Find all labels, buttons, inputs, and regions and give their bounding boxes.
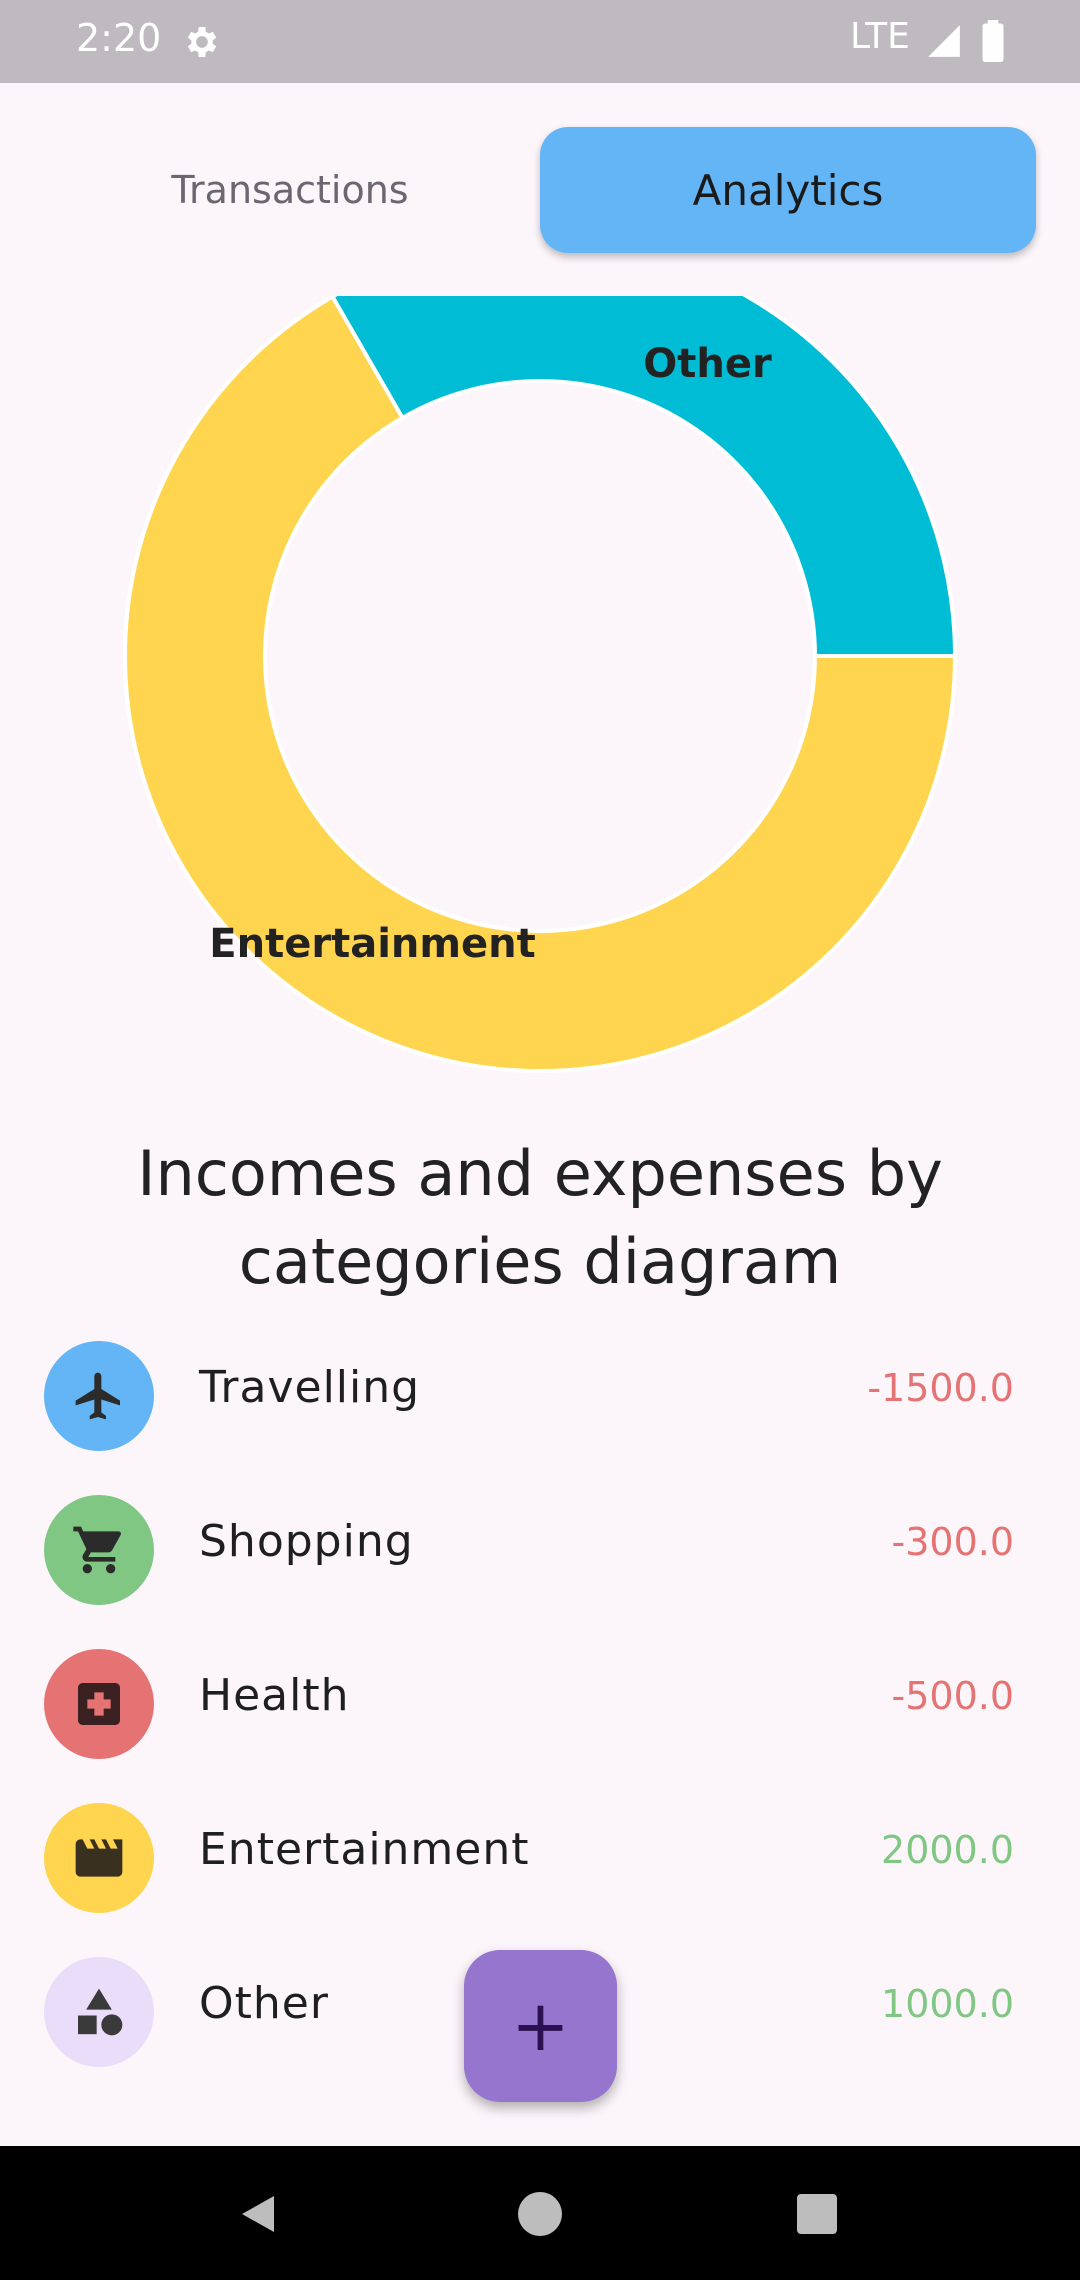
- category-name: Other: [199, 1978, 329, 2029]
- plus-icon: +: [511, 1985, 570, 2067]
- gear-icon: [187, 27, 217, 57]
- category-icon-circle: [44, 1341, 154, 1451]
- category-name: Shopping: [199, 1516, 414, 1567]
- category-icon-circle: [44, 1649, 154, 1759]
- airplane-icon: [75, 1372, 120, 1420]
- category-icon-circle: [44, 1957, 154, 2067]
- system-nav-bar: [0, 2146, 1080, 2280]
- donut-label-other: Other: [643, 341, 772, 387]
- medical-icon: [78, 1683, 120, 1725]
- category-row-shopping[interactable]: Shopping -300.0: [0, 1472, 1080, 1612]
- category-amount: -300.0: [891, 1520, 1015, 1564]
- back-icon[interactable]: [234, 2190, 282, 2238]
- movie-icon: [75, 1839, 123, 1877]
- signal-icon: [928, 25, 960, 57]
- recent-apps-icon[interactable]: [797, 2194, 837, 2234]
- status-time: 2:20: [76, 16, 162, 60]
- category-name: Travelling: [199, 1362, 421, 1413]
- category-amount: 2000.0: [881, 1828, 1014, 1872]
- shapes-icon: [78, 1988, 123, 2036]
- network-type: LTE: [850, 16, 910, 57]
- add-transaction-button[interactable]: +: [464, 1950, 617, 2102]
- category-row-travelling[interactable]: Travelling -1500.0: [0, 1318, 1080, 1458]
- tab-label: Analytics: [692, 165, 884, 215]
- category-name: Entertainment: [199, 1824, 530, 1875]
- category-icon-circle: [44, 1803, 154, 1913]
- section-title: Incomes and expenses by categories diagr…: [137, 1137, 943, 1298]
- tab-transactions[interactable]: Transactions: [40, 127, 540, 253]
- donut-chart-svg: Entertainment Other: [123, 296, 958, 1073]
- category-icon-circle: [44, 1495, 154, 1605]
- tab-analytics[interactable]: Analytics: [540, 127, 1036, 253]
- category-amount: 1000.0: [881, 1982, 1014, 2026]
- home-icon[interactable]: [518, 2192, 562, 2236]
- status-bar: 2:20 LTE: [0, 0, 1080, 83]
- category-name: Health: [199, 1670, 350, 1721]
- category-amount: -500.0: [891, 1674, 1015, 1718]
- donut-chart: Entertainment Other: [0, 296, 1080, 1076]
- cart-icon: [73, 1526, 122, 1574]
- category-row-entertainment[interactable]: Entertainment 2000.0: [0, 1780, 1080, 1920]
- category-row-health[interactable]: Health -500.0: [0, 1626, 1080, 1766]
- category-amount: -1500.0: [867, 1366, 1014, 1410]
- battery-icon: [982, 20, 1004, 62]
- tab-label: Transactions: [171, 168, 409, 212]
- donut-label-entertainment: Entertainment: [209, 921, 535, 967]
